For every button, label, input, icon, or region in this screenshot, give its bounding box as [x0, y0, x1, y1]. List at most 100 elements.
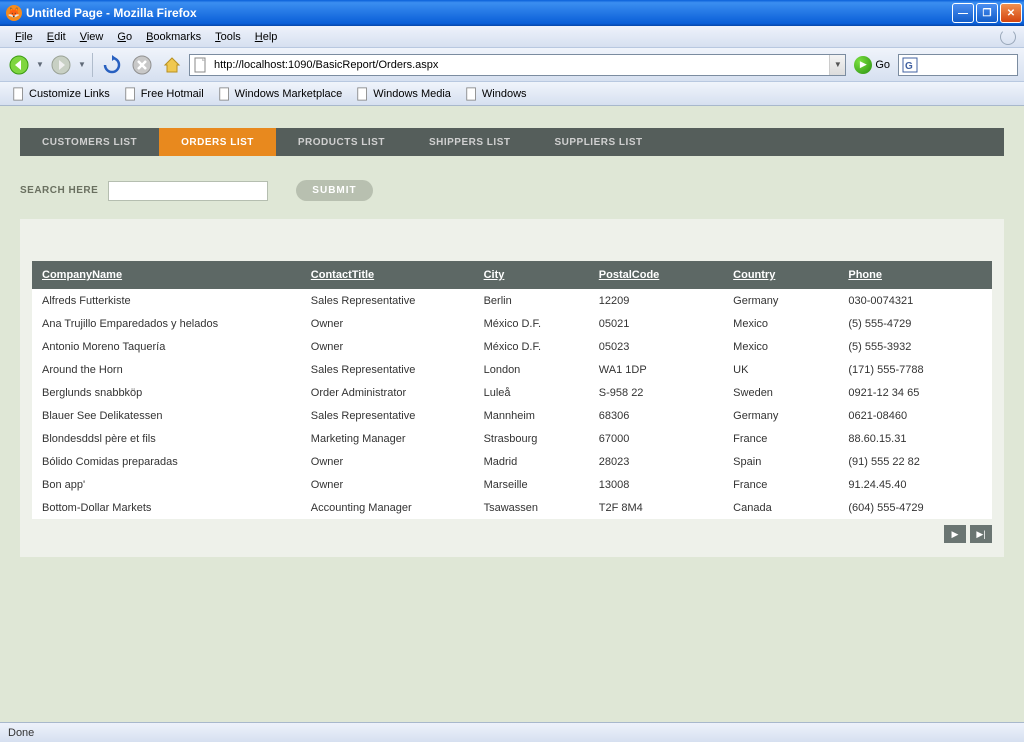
browser-search-box[interactable]: G	[898, 54, 1018, 76]
cell: Owner	[301, 335, 474, 358]
cell: (171) 555-7788	[838, 358, 992, 381]
cell: Luleå	[474, 381, 589, 404]
cell: 88.60.15.31	[838, 427, 992, 450]
reload-button[interactable]	[99, 52, 125, 78]
cell: 28023	[589, 450, 723, 473]
window-title: Untitled Page - Mozilla Firefox	[26, 6, 952, 20]
restore-button[interactable]: ❐	[976, 3, 998, 23]
cell: (5) 555-4729	[838, 312, 992, 335]
url-input[interactable]	[212, 57, 829, 73]
cell: Order Administrator	[301, 381, 474, 404]
cell: France	[723, 473, 838, 496]
bookmark-free-hotmail[interactable]: Free Hotmail	[118, 85, 210, 103]
cell: France	[723, 427, 838, 450]
cell: Bon app'	[32, 473, 301, 496]
tab-products[interactable]: PRODUCTS LIST	[276, 128, 407, 156]
menu-help[interactable]: Help	[248, 29, 285, 45]
cell: Sweden	[723, 381, 838, 404]
back-dropdown[interactable]: ▼	[36, 60, 44, 69]
tab-shippers[interactable]: SHIPPERS LIST	[407, 128, 533, 156]
page-content: CUSTOMERS LIST ORDERS LIST PRODUCTS LIST…	[0, 106, 1024, 722]
search-engine-icon: G	[902, 57, 918, 73]
cell: Mexico	[723, 312, 838, 335]
url-dropdown[interactable]: ▼	[829, 55, 845, 75]
bookmark-windows-media[interactable]: Windows Media	[350, 85, 457, 103]
table-row: Ana Trujillo Emparedados y heladosOwnerM…	[32, 312, 992, 335]
submit-button[interactable]: SUBMIT	[296, 180, 372, 201]
cell: Berlin	[474, 289, 589, 312]
menubar: File Edit View Go Bookmarks Tools Help	[0, 26, 1024, 48]
table-container: CompanyName ContactTitle City PostalCode…	[20, 219, 1004, 557]
pager-last-button[interactable]: ▶|	[970, 525, 992, 543]
menu-go[interactable]: Go	[110, 29, 139, 45]
cell: Marseille	[474, 473, 589, 496]
forward-button[interactable]	[48, 52, 74, 78]
col-companyname[interactable]: CompanyName	[32, 261, 301, 289]
cell: UK	[723, 358, 838, 381]
cell: 91.24.45.40	[838, 473, 992, 496]
tab-suppliers[interactable]: SUPPLIERS LIST	[532, 128, 664, 156]
cell: Sales Representative	[301, 358, 474, 381]
menu-file[interactable]: File	[8, 29, 40, 45]
cell: 0921-12 34 65	[838, 381, 992, 404]
back-button[interactable]	[6, 52, 32, 78]
cell: (5) 555-3932	[838, 335, 992, 358]
cell: 05023	[589, 335, 723, 358]
col-contacttitle[interactable]: ContactTitle	[301, 261, 474, 289]
cell: WA1 1DP	[589, 358, 723, 381]
cell: Antonio Moreno Taquería	[32, 335, 301, 358]
cell: Owner	[301, 450, 474, 473]
col-phone[interactable]: Phone	[838, 261, 992, 289]
cell: Berglunds snabbköp	[32, 381, 301, 404]
cell: Sales Representative	[301, 404, 474, 427]
pager-next-button[interactable]: ▶	[944, 525, 966, 543]
search-label: SEARCH HERE	[20, 185, 98, 196]
col-postalcode[interactable]: PostalCode	[589, 261, 723, 289]
cell: Spain	[723, 450, 838, 473]
minimize-button[interactable]: —	[952, 3, 974, 23]
cell: Germany	[723, 289, 838, 312]
stop-button[interactable]	[129, 52, 155, 78]
cell: 12209	[589, 289, 723, 312]
cell: T2F 8M4	[589, 496, 723, 519]
table-row: Bólido Comidas preparadasOwnerMadrid2802…	[32, 450, 992, 473]
bookmark-windows-marketplace[interactable]: Windows Marketplace	[212, 85, 349, 103]
col-city[interactable]: City	[474, 261, 589, 289]
tab-orders[interactable]: ORDERS LIST	[159, 128, 276, 156]
go-button[interactable]: ▶ Go	[850, 56, 894, 74]
table-row: Antonio Moreno TaqueríaOwnerMéxico D.F.0…	[32, 335, 992, 358]
menu-edit[interactable]: Edit	[40, 29, 73, 45]
table-row: Around the HornSales RepresentativeLondo…	[32, 358, 992, 381]
cell: 0621-08460	[838, 404, 992, 427]
statusbar: Done	[0, 722, 1024, 742]
url-bar[interactable]: ▼	[189, 54, 846, 76]
cell: Marketing Manager	[301, 427, 474, 450]
cell: (604) 555-4729	[838, 496, 992, 519]
close-button[interactable]: ✕	[1000, 3, 1022, 23]
forward-dropdown[interactable]: ▼	[78, 60, 86, 69]
cell: (91) 555 22 82	[838, 450, 992, 473]
bookmark-toolbar: Customize Links Free Hotmail Windows Mar…	[0, 82, 1024, 106]
home-button[interactable]	[159, 52, 185, 78]
cell: México D.F.	[474, 335, 589, 358]
cell: Around the Horn	[32, 358, 301, 381]
firefox-icon: 🦊	[6, 5, 22, 21]
cell: 67000	[589, 427, 723, 450]
menu-bookmarks[interactable]: Bookmarks	[139, 29, 208, 45]
status-text: Done	[8, 727, 34, 739]
bookmark-customize-links[interactable]: Customize Links	[6, 85, 116, 103]
tab-customers[interactable]: CUSTOMERS LIST	[20, 128, 159, 156]
cell: Tsawassen	[474, 496, 589, 519]
cell: London	[474, 358, 589, 381]
bookmark-windows[interactable]: Windows	[459, 85, 533, 103]
cell: 13008	[589, 473, 723, 496]
cell: Owner	[301, 312, 474, 335]
search-input[interactable]	[108, 181, 268, 201]
table-row: Berglunds snabbköpOrder AdministratorLul…	[32, 381, 992, 404]
col-country[interactable]: Country	[723, 261, 838, 289]
cell: Blondesddsl père et fils	[32, 427, 301, 450]
table-row: Blauer See DelikatessenSales Representat…	[32, 404, 992, 427]
cell: Sales Representative	[301, 289, 474, 312]
menu-tools[interactable]: Tools	[208, 29, 248, 45]
menu-view[interactable]: View	[73, 29, 111, 45]
